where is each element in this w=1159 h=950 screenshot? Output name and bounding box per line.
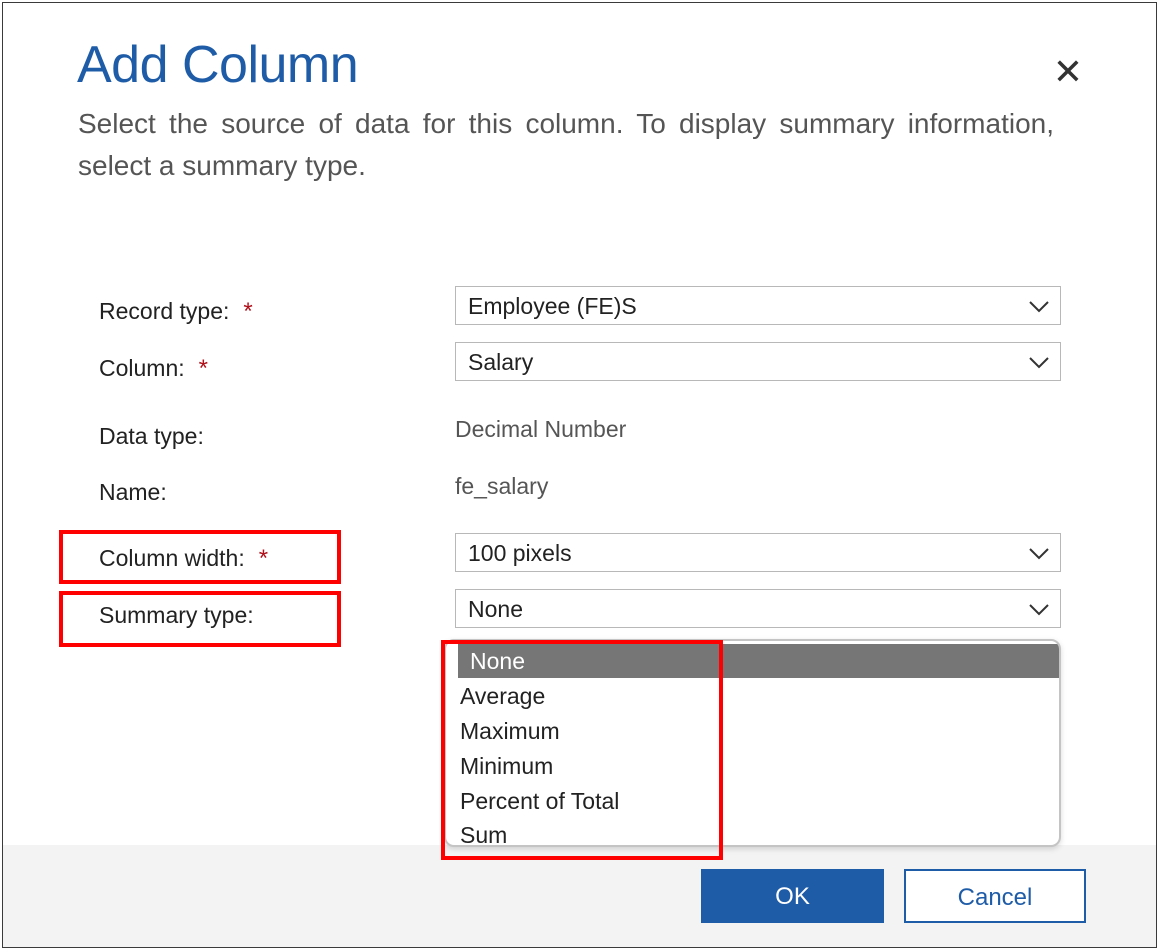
name-value: fe_salary bbox=[455, 473, 549, 499]
dropdown-option-none[interactable]: None bbox=[458, 644, 1059, 678]
close-icon[interactable]: ✕ bbox=[1051, 53, 1085, 91]
summary-type-value: None bbox=[468, 596, 523, 622]
column-width-label: Column width: * bbox=[99, 543, 268, 574]
name-label: Name: bbox=[99, 479, 167, 505]
add-column-dialog: Add Column ✕ Select the source of data f… bbox=[2, 2, 1157, 948]
data-type-label: Data type: bbox=[99, 423, 204, 449]
column-width-select[interactable]: 100 pixels bbox=[455, 533, 1061, 572]
record-type-value: Employee (FE)S bbox=[468, 293, 637, 319]
chevron-down-icon bbox=[1029, 357, 1049, 369]
dropdown-option-maximum[interactable]: Maximum bbox=[460, 714, 1059, 748]
column-width-value: 100 pixels bbox=[468, 540, 572, 566]
record-type-label-text: Record type: bbox=[99, 298, 230, 324]
record-type-label: Record type: * bbox=[99, 296, 253, 327]
ok-button[interactable]: OK bbox=[701, 869, 884, 923]
data-type-value: Decimal Number bbox=[455, 416, 627, 442]
column-width-label-text: Column width: bbox=[99, 545, 245, 571]
required-marker: * bbox=[198, 355, 208, 382]
chevron-down-icon bbox=[1029, 301, 1049, 313]
dialog-title: Add Column bbox=[77, 36, 359, 94]
column-value: Salary bbox=[468, 349, 534, 375]
chevron-down-icon bbox=[1029, 548, 1049, 560]
dropdown-option-sum[interactable]: Sum bbox=[460, 818, 1059, 845]
column-select[interactable]: Salary bbox=[455, 342, 1061, 381]
dropdown-option-average[interactable]: Average bbox=[460, 679, 1059, 713]
column-label-text: Column: bbox=[99, 355, 185, 381]
record-type-select[interactable]: Employee (FE)S bbox=[455, 286, 1061, 325]
summary-type-label: Summary type: bbox=[99, 602, 254, 628]
dialog-description: Select the source of data for this colum… bbox=[78, 108, 1054, 181]
column-label: Column: * bbox=[99, 353, 208, 384]
dropdown-option-minimum[interactable]: Minimum bbox=[460, 749, 1059, 783]
required-marker: * bbox=[258, 545, 269, 572]
summary-type-dropdown: None Average Maximum Minimum Percent of … bbox=[444, 639, 1061, 847]
required-marker: * bbox=[243, 298, 253, 325]
dropdown-option-percent-of-total[interactable]: Percent of Total bbox=[460, 784, 1059, 818]
chevron-down-icon bbox=[1029, 604, 1049, 616]
cancel-button[interactable]: Cancel bbox=[904, 869, 1086, 923]
summary-type-select[interactable]: None bbox=[455, 589, 1061, 628]
